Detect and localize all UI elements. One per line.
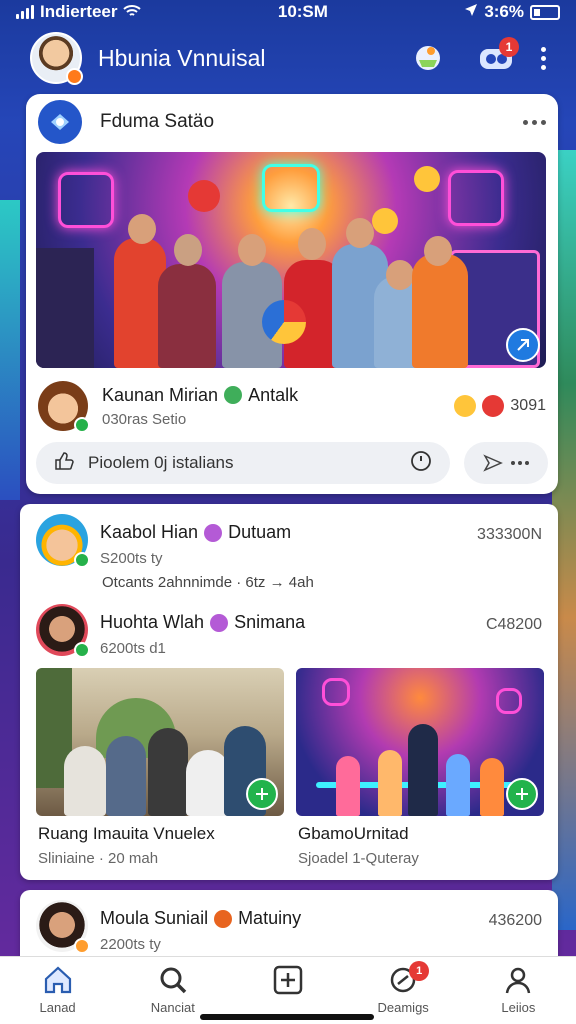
- nav-label: Lanad: [39, 1000, 76, 1015]
- avatar[interactable]: [36, 900, 90, 954]
- card-options-icon[interactable]: [523, 119, 546, 125]
- notification-badge: 1: [409, 961, 430, 981]
- nav-search[interactable]: Nanciat: [123, 963, 223, 1015]
- post-image[interactable]: [296, 668, 544, 816]
- share-button[interactable]: [464, 442, 548, 484]
- battery-percent: 3:6%: [484, 2, 524, 21]
- add-icon: [271, 963, 305, 997]
- avatar[interactable]: [36, 514, 90, 568]
- post-subtitle: S200ts ty: [100, 550, 163, 567]
- author-tag: Antalk: [248, 384, 299, 405]
- comment-input[interactable]: Pioolem 0j istalians: [36, 442, 450, 484]
- list-item[interactable]: Kaabol Hian Dutuam S200ts ty 333300N: [36, 514, 542, 568]
- list-item[interactable]: Moula Suniail Matuiny 2200ts ty 436200: [36, 900, 542, 954]
- post-meta: Otcants 2ahnnimde · 6tz → 4ah: [102, 574, 314, 591]
- thumbnail-title[interactable]: GbamoUrnitad: [298, 824, 409, 844]
- reactions[interactable]: 3091: [454, 395, 546, 417]
- card-title: Fduma Satäo: [100, 111, 215, 132]
- wifi-icon: [123, 4, 142, 21]
- signal-icon: [16, 5, 34, 19]
- background-art: [0, 200, 20, 500]
- more-icon: [511, 461, 529, 465]
- badge-icon: [214, 909, 233, 928]
- location-icon: [464, 2, 478, 22]
- post-subtitle: 030ras Setio: [102, 410, 187, 428]
- status-bar: Indierteer 10:SM 3:6%: [0, 0, 576, 24]
- post-author-name: Huohta Wlah: [100, 612, 205, 632]
- battery-icon: [530, 4, 560, 20]
- page-title: Hbunia Vnnuisal: [98, 44, 266, 71]
- online-status-icon: [74, 417, 90, 433]
- bottom-navigation: Lanad Nanciat 1 Deamigs Leiios: [0, 956, 576, 1024]
- nav-label: Leiios: [501, 1000, 536, 1015]
- add-icon[interactable]: [506, 778, 538, 810]
- laugh-emoji-icon: [454, 395, 477, 417]
- profile-icon: [501, 963, 535, 997]
- status-badge: [66, 68, 83, 85]
- nav-profile[interactable]: Leiios: [468, 963, 568, 1015]
- like-icon[interactable]: [54, 451, 74, 476]
- page-logo-icon[interactable]: [38, 100, 82, 144]
- home-icon: [41, 963, 75, 997]
- search-icon: [156, 963, 190, 997]
- leaf-icon: [224, 386, 243, 404]
- featured-post-card: Fduma Satäo Kaunan Mirian Antalk 030ras …: [26, 94, 558, 494]
- post-image[interactable]: [36, 668, 284, 816]
- feed-card: Kaabol Hian Dutuam S200ts ty 333300N Otc…: [20, 504, 558, 880]
- badge-icon: [204, 523, 223, 542]
- badge-icon: [210, 613, 229, 632]
- more-options-icon[interactable]: [541, 46, 546, 70]
- nav-notifications[interactable]: 1 Deamigs: [353, 961, 453, 1015]
- timer-icon[interactable]: [410, 450, 432, 477]
- author-name[interactable]: Kaunan Mirian: [102, 385, 218, 406]
- nav-label: Nanciat: [150, 1000, 195, 1015]
- love-emoji-icon: [482, 395, 505, 417]
- status-time: 10:SM: [277, 2, 328, 21]
- status-badge: [74, 938, 90, 954]
- post-author: Kaunan Mirian Antalk 030ras Setio 3091: [38, 380, 546, 433]
- user-avatar[interactable]: [30, 32, 83, 85]
- post-author-name: Moula Suniail: [100, 908, 209, 928]
- home-indicator[interactable]: [200, 1014, 374, 1020]
- nav-home[interactable]: Lanad: [8, 963, 108, 1015]
- game-controller-icon[interactable]: [405, 35, 451, 81]
- comment-placeholder: Pioolem 0j istalians: [88, 453, 234, 472]
- post-author-name: Kaabol Hian: [100, 522, 199, 542]
- reaction-count: 3091: [510, 397, 546, 414]
- app-header: Hbunia Vnnuisal 1: [0, 26, 576, 90]
- thumbnail-title[interactable]: Ruang Imauita Vnuelex: [38, 824, 215, 844]
- list-item[interactable]: Huohta Wlah Snimana 6200ts d1 C48200: [36, 604, 542, 658]
- avatar[interactable]: [36, 604, 90, 658]
- thumbnail-subtitle: Sliniaine · 20 mah: [38, 850, 159, 867]
- post-author-tag: Snimana: [234, 612, 306, 632]
- post-author-tag: Dutuam: [228, 522, 292, 542]
- notification-badge: 1: [499, 37, 519, 57]
- carrier-label: Indierteer: [40, 2, 118, 21]
- post-count: 436200: [488, 912, 542, 929]
- nav-label: Deamigs: [377, 1000, 429, 1015]
- post-subtitle: 6200ts d1: [100, 640, 166, 657]
- messages-icon[interactable]: 1: [473, 35, 519, 81]
- avatar[interactable]: [38, 381, 90, 433]
- play-icon[interactable]: [506, 328, 540, 362]
- featured-image[interactable]: [36, 152, 546, 368]
- post-author-tag: Matuiny: [238, 908, 302, 928]
- send-icon: [483, 454, 503, 472]
- post-subtitle: 2200ts ty: [100, 936, 161, 953]
- post-count: C48200: [485, 616, 542, 633]
- online-status-icon: [74, 552, 90, 568]
- online-status-icon: [74, 642, 90, 658]
- add-icon[interactable]: [246, 778, 278, 810]
- post-count: 333300N: [477, 526, 542, 543]
- nav-create[interactable]: [238, 963, 338, 1000]
- thumbnail-subtitle: Sjoadel 1-Quteray: [298, 850, 419, 867]
